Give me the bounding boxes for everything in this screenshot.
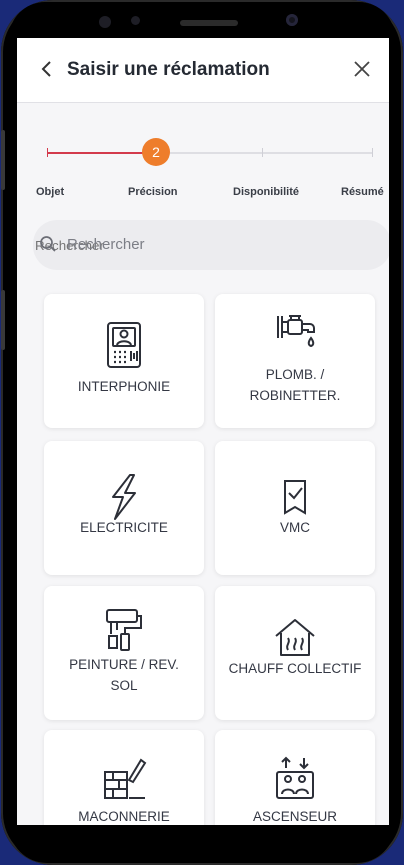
search-icon	[39, 235, 57, 253]
step-label-objet[interactable]: Objet	[36, 186, 64, 198]
category-label: PLOMB. /	[265, 367, 325, 382]
category-label: PEINTURE / REV.	[69, 657, 179, 672]
current-step-badge: 2	[142, 138, 170, 166]
stepper-track-done	[47, 152, 149, 154]
power-button	[1, 290, 5, 350]
bottom-bezel	[9, 825, 395, 863]
heating-icon	[270, 614, 320, 664]
page-title: Saisir une réclamation	[67, 59, 270, 80]
step-marker	[372, 148, 373, 157]
category-label: INTERPHONIE	[77, 379, 171, 394]
category-label: ASCENSEUR	[252, 809, 338, 824]
category-label: MACONNERIE	[78, 809, 170, 824]
stepper-track-remaining	[163, 152, 373, 154]
category-label: CHAUFF COLLECTIF	[228, 661, 362, 676]
faucet-icon	[270, 312, 320, 362]
volume-button	[1, 130, 5, 190]
app-header: Saisir une réclamation	[17, 38, 389, 103]
category-label: ELECTRICITE	[80, 520, 168, 535]
search-placeholder: Rechercher	[67, 236, 145, 253]
paint-roller-icon	[99, 606, 149, 656]
category-card-interphonie[interactable]: INTERPHONIE	[44, 294, 204, 428]
sensor-icon	[131, 16, 140, 25]
step-label-resume[interactable]: Résumé	[341, 186, 384, 198]
category-card-maconnerie[interactable]: MACONNERIE	[44, 730, 204, 825]
category-card-vmc[interactable]: VMC	[215, 441, 375, 575]
progress-stepper: 2 Objet Précision Disponibilité Résumé	[17, 102, 389, 202]
category-card-plomberie[interactable]: PLOMB. / ROBINETTER.	[215, 294, 375, 428]
step-marker	[47, 148, 48, 157]
category-card-ascenseur[interactable]: ASCENSEUR	[215, 730, 375, 825]
lightning-icon	[99, 473, 149, 523]
category-label-line2: SOL	[110, 678, 138, 693]
speaker-grille	[180, 20, 238, 26]
masonry-icon	[99, 754, 149, 804]
elevator-icon	[270, 754, 320, 804]
front-camera-icon	[286, 14, 298, 26]
back-arrow-icon[interactable]	[37, 56, 57, 82]
category-label: VMC	[280, 520, 310, 535]
phone-frame: Saisir une réclamation 2 Objet Précision…	[1, 0, 403, 865]
status-bar-bezel	[9, 2, 395, 38]
close-icon[interactable]	[349, 56, 375, 82]
intercom-icon	[99, 320, 149, 370]
category-card-peinture[interactable]: PEINTURE / REV. SOL	[44, 586, 204, 720]
step-label-disponibilite[interactable]: Disponibilité	[233, 186, 299, 198]
sensor-icon	[99, 16, 111, 28]
step-label-precision[interactable]: Précision	[128, 186, 178, 198]
category-label-line2: ROBINETTER.	[249, 388, 341, 403]
app-screen: Saisir une réclamation 2 Objet Précision…	[17, 38, 389, 825]
category-card-chauffage[interactable]: CHAUFF COLLECTIF	[215, 586, 375, 720]
step-marker	[262, 148, 263, 157]
category-card-electricite[interactable]: ELECTRICITE	[44, 441, 204, 575]
